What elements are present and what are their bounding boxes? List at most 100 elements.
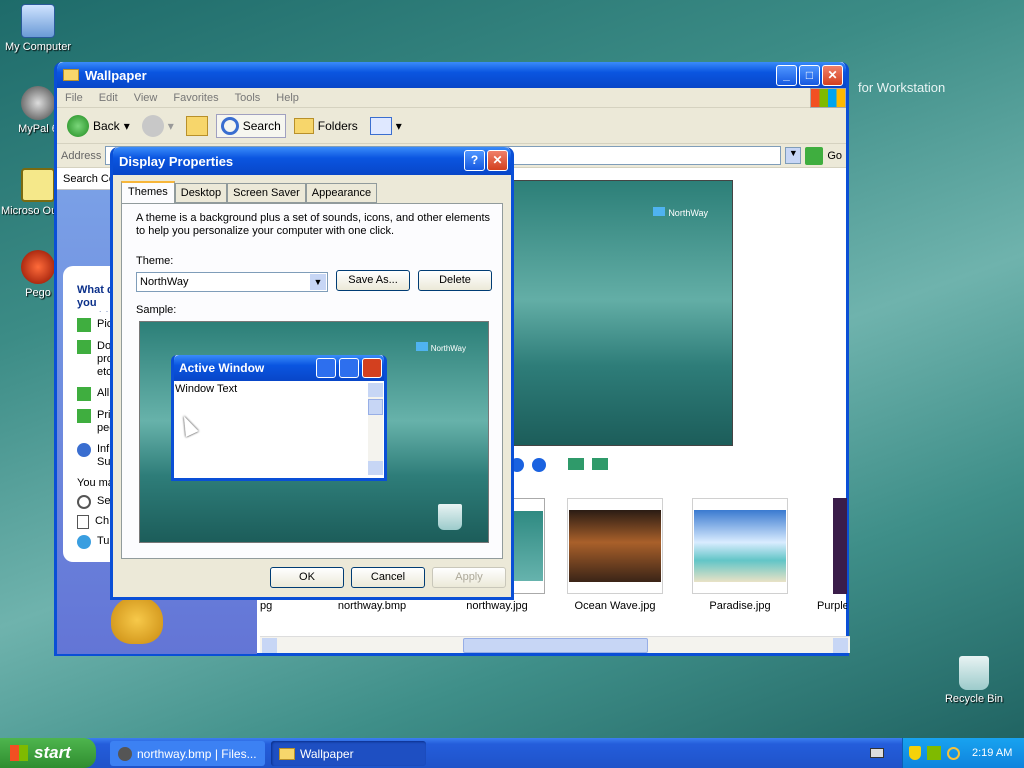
help-button[interactable]: ? [464,150,485,171]
go-label[interactable]: Go [827,150,842,162]
thumbnail-item[interactable]: Purple [813,498,847,612]
thumbnail-image [569,510,661,582]
sample-window-text: Window Text [175,383,238,395]
scroll-left-icon[interactable] [262,638,277,653]
search-icon [220,116,239,135]
next-image-icon[interactable] [532,458,546,472]
tab-panel: A theme is a background plus a set of so… [121,203,503,559]
dialog-close-button[interactable]: ✕ [487,150,508,171]
delete-button[interactable]: Delete [418,270,492,291]
menu-edit[interactable]: Edit [91,92,126,104]
thumbnail-image [694,510,786,582]
desktop-icon-recycle-bin[interactable]: Recycle Bin [936,656,1012,705]
rotate-counterclockwise-icon[interactable] [592,458,608,470]
tab-screen-saver[interactable]: Screen Saver [227,183,306,203]
desktop-icon-label: Recycle Bin [944,693,1004,705]
security-shield-icon[interactable] [909,746,921,760]
taskbar-item-files[interactable]: northway.bmp | Files... [110,741,265,766]
display-properties-dialog: Display Properties ? ✕ Themes Desktop Sc… [110,147,514,600]
taskbar-item-wallpaper[interactable]: Wallpaper [271,741,426,766]
taskbar: start northway.bmp | Files... Wallpaper … [0,738,1024,768]
scroll-up-icon [368,383,383,397]
dialog-title: Display Properties [119,153,234,169]
apply-button[interactable]: Apply [432,567,506,588]
views-button[interactable]: ▾ [366,115,406,137]
folders-button[interactable]: Folders [290,116,362,136]
system-tray: 2:19 AM [902,738,1024,768]
chevron-down-icon: ▾ [123,118,130,133]
menu-tools[interactable]: Tools [227,92,269,104]
raccoon-icon [118,746,132,761]
chevron-down-icon[interactable]: ▼ [310,274,326,290]
outlook-icon [21,168,55,202]
search-dog-icon[interactable] [111,596,163,644]
sample-titlebar: Active Window [174,355,384,381]
back-arrow-icon [67,114,89,137]
recycle-bin-icon [438,504,462,530]
desktop-icon-my-computer[interactable]: My Computer [0,4,76,53]
maximize-button[interactable]: □ [799,65,820,86]
scroll-thumb[interactable] [463,638,648,653]
windows-logo-icon [810,87,846,108]
folders-icon [293,117,314,134]
dialog-titlebar[interactable]: Display Properties ? ✕ [113,147,511,175]
sample-brand: NorthWay [415,342,466,353]
up-folder-button[interactable] [182,114,212,138]
horizontal-scrollbar[interactable] [260,636,850,653]
northway-logo-icon [653,207,666,216]
explorer-toolbar: Back ▾ ▾ Search Folders ▾ [57,108,846,144]
menu-file[interactable]: File [57,92,91,104]
start-label: start [34,743,71,762]
keyboard-icon[interactable] [870,748,884,758]
explorer-titlebar[interactable]: Wallpaper _ □ ✕ [57,62,846,88]
clock: 2:19 AM [972,747,1013,759]
close-button[interactable]: ✕ [822,65,843,86]
go-arrow-icon[interactable] [805,146,824,165]
save-as-button[interactable]: Save As... [336,270,410,291]
thumbnail-item[interactable]: Ocean Wave.jpg [560,498,670,612]
green-arrow-icon [77,318,91,332]
rotate-clockwise-icon[interactable] [568,458,584,470]
search-label: Search [242,118,281,133]
help-icon [77,443,91,457]
scroll-thumb [368,399,383,415]
pego-icon [21,250,55,284]
chevron-down-icon: ▾ [167,118,174,133]
forward-button[interactable]: ▾ [138,113,178,139]
desktop-icon-label: My Computer [4,41,72,53]
tab-themes[interactable]: Themes [121,181,175,203]
northway-logo-icon [415,342,428,351]
minimize-button[interactable]: _ [776,65,797,86]
menu-bar: File Edit View Favorites Tools Help [57,87,846,108]
thumbnail-label: pg [260,600,273,612]
menu-favorites[interactable]: Favorites [165,92,226,104]
theme-select[interactable]: NorthWay ▼ [136,272,328,292]
menu-view[interactable]: View [126,92,166,104]
network-icon[interactable] [927,746,941,760]
back-button[interactable]: Back ▾ [63,113,134,139]
tab-desktop[interactable]: Desktop [174,183,228,203]
address-dropdown-icon[interactable]: ▼ [785,147,802,164]
scroll-right-icon[interactable] [833,638,848,653]
up-folder-icon [185,115,208,136]
raccoon-icon [21,86,55,120]
preview-brand: NorthWay [653,207,708,218]
preview-controls [510,458,608,472]
windows-flag-icon [10,745,28,761]
thumbnail-item[interactable]: Paradise.jpg [685,498,795,612]
cancel-button[interactable]: Cancel [351,567,425,588]
start-button[interactable]: start [0,738,96,768]
tab-appearance[interactable]: Appearance [305,183,378,203]
thumbnail-label: Ocean Wave.jpg [574,600,656,612]
theme-description: A theme is a background plus a set of so… [136,212,491,237]
search-button[interactable]: Search [215,113,286,138]
menu-help[interactable]: Help [268,92,307,104]
close-icon [362,358,382,378]
chevron-down-icon: ▾ [395,118,402,133]
green-arrow-icon [77,387,91,401]
ok-button[interactable]: OK [270,567,344,588]
search-tray-icon[interactable] [947,746,960,760]
thumbnail-frame [567,498,663,594]
globe-icon [77,535,91,549]
desktop-brand-text: for Workstation [858,80,946,95]
